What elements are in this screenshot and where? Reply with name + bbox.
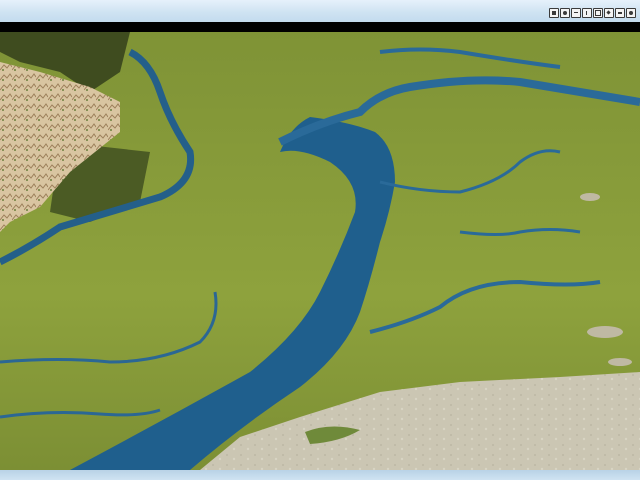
grid-icon[interactable] xyxy=(604,8,614,18)
title-bar xyxy=(0,0,640,22)
status-strip xyxy=(0,470,640,480)
reset-view-icon[interactable] xyxy=(615,8,625,18)
viewport-frame xyxy=(0,22,640,480)
fit-view-icon[interactable] xyxy=(549,8,559,18)
pan-icon[interactable] xyxy=(582,8,592,18)
rotate-icon[interactable] xyxy=(593,8,603,18)
field-patch xyxy=(608,358,632,366)
field-patch xyxy=(587,326,623,338)
field-patch xyxy=(580,193,600,201)
application-window xyxy=(0,0,640,480)
zoom-in-icon[interactable] xyxy=(560,8,570,18)
zoom-out-icon[interactable] xyxy=(571,8,581,18)
terrain-viewport[interactable] xyxy=(0,32,640,470)
view-toolbar xyxy=(549,6,636,20)
close-view-icon[interactable] xyxy=(626,8,636,18)
